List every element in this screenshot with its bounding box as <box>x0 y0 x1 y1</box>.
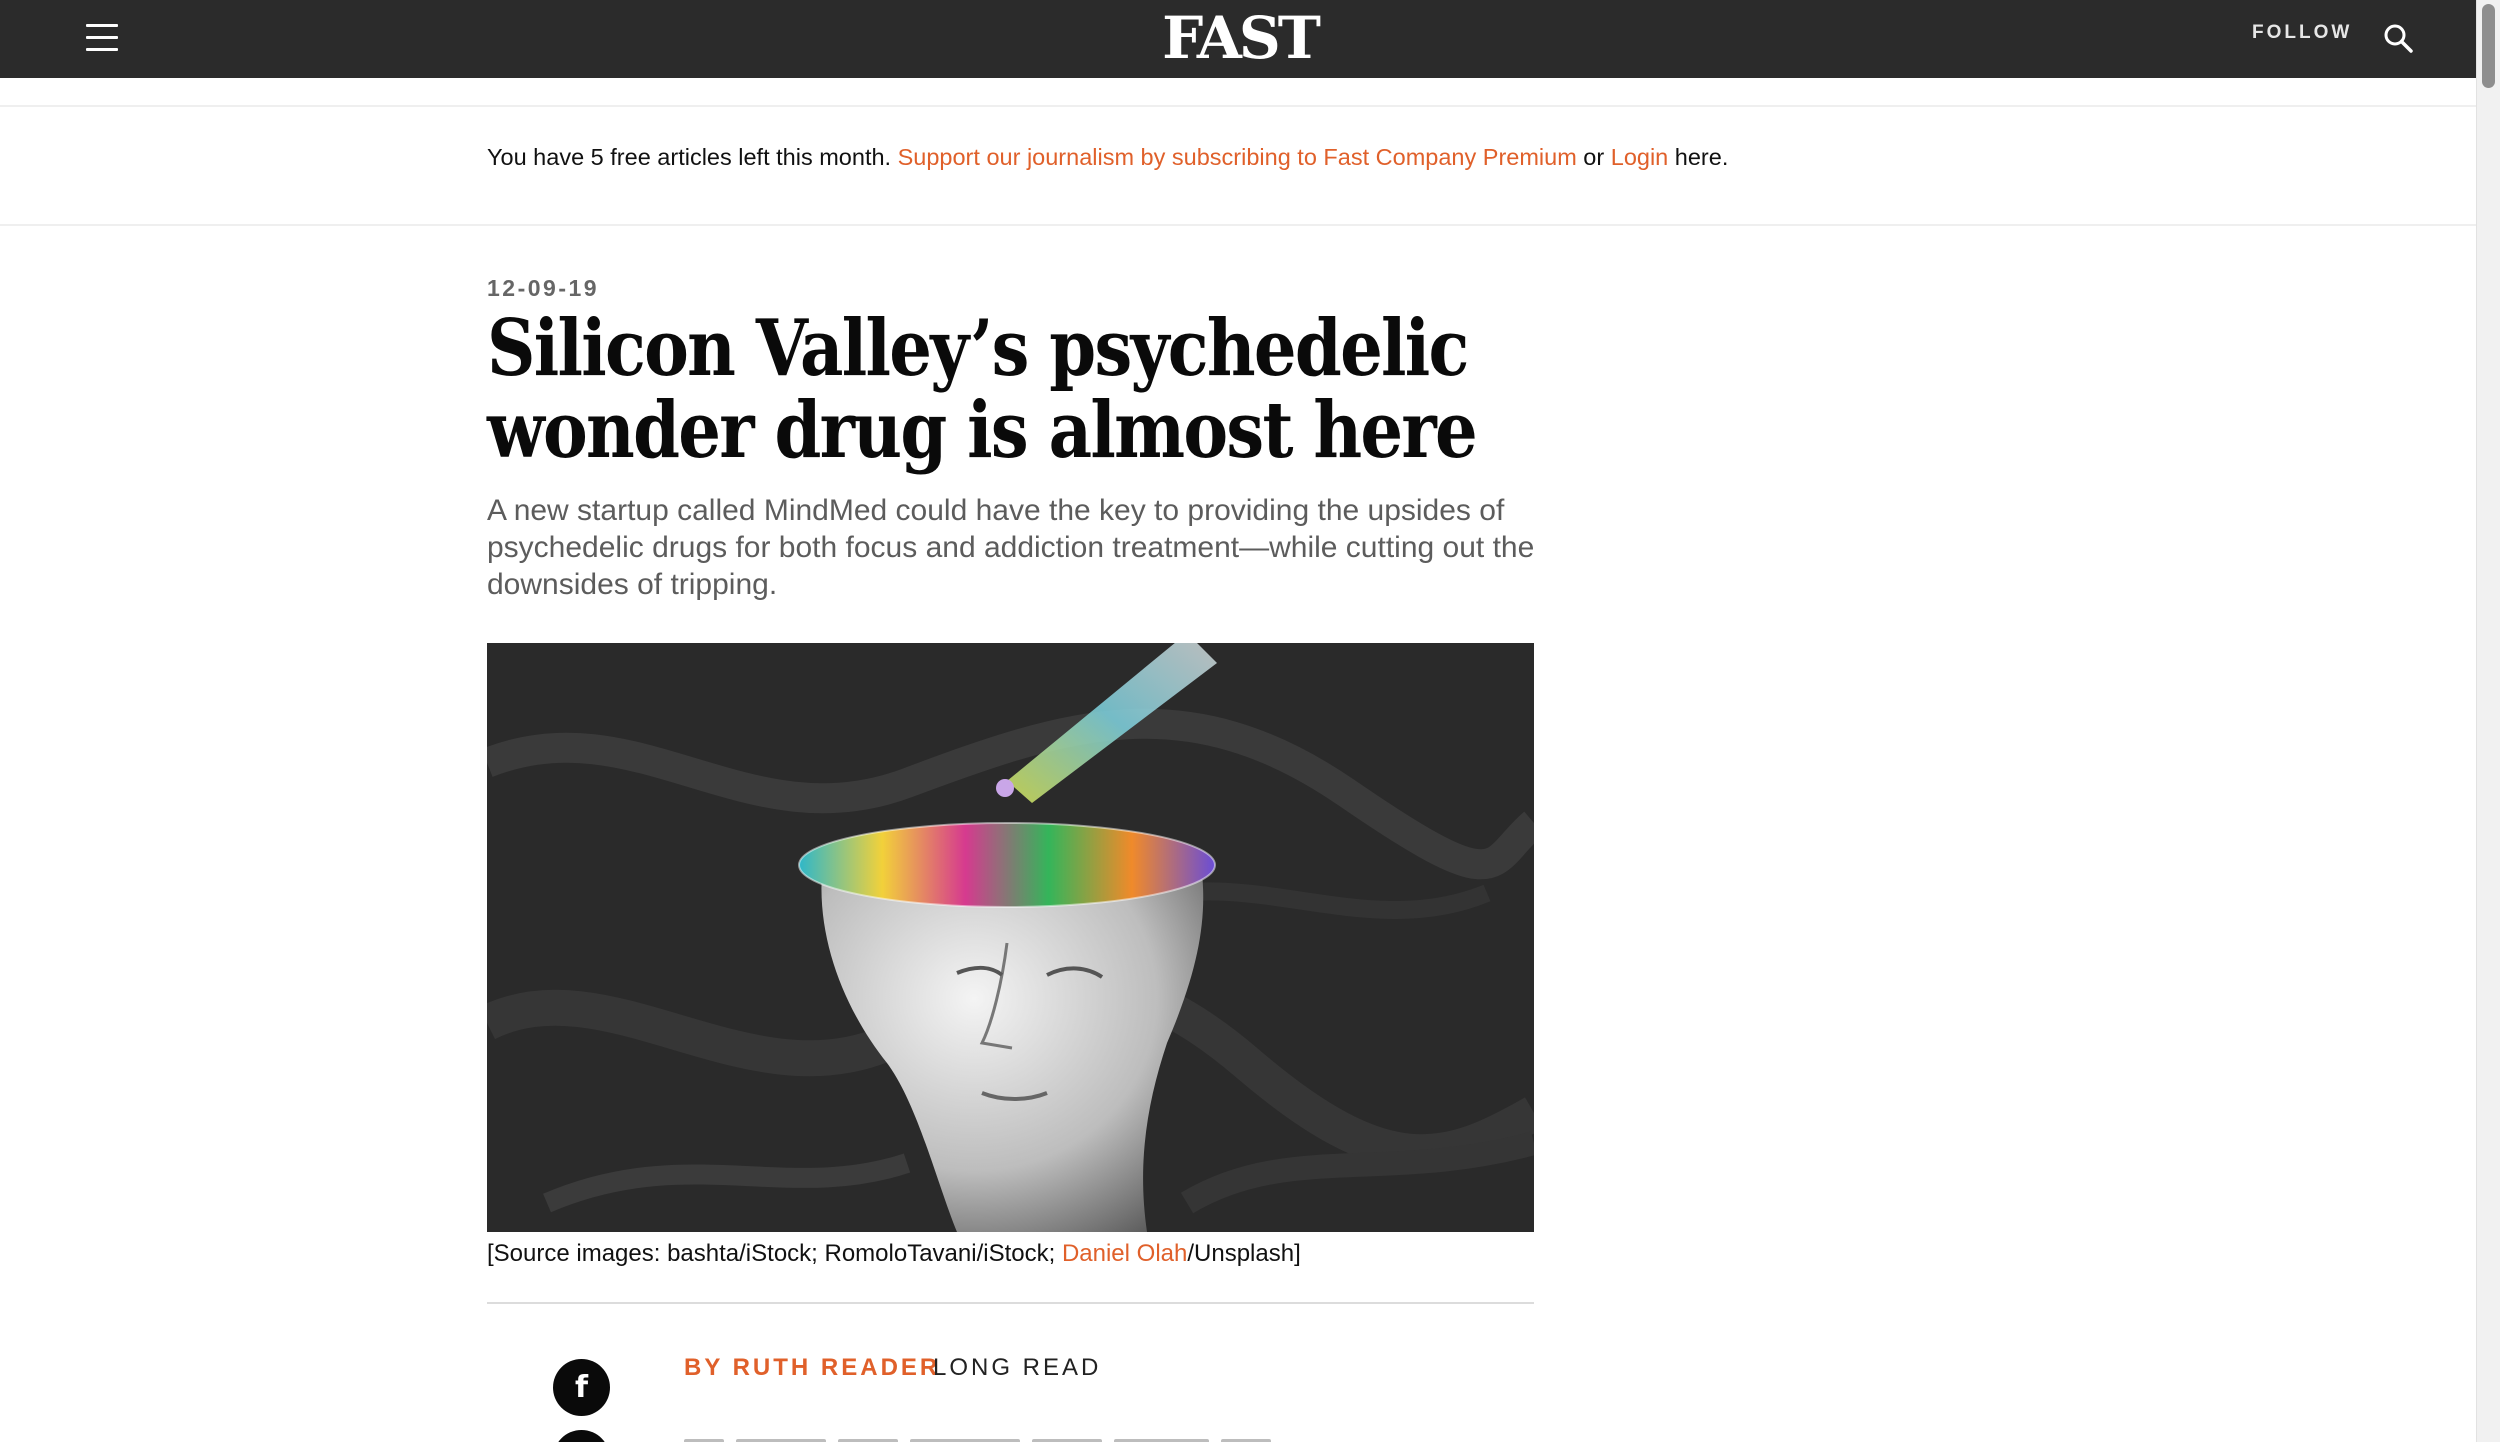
top-navigation-bar: FAST COMPANY FOLLOW <box>0 0 2476 134</box>
share-button[interactable] <box>553 1430 610 1442</box>
scrollbar-thumb[interactable] <box>2482 4 2495 88</box>
caption-text: [Source images: bashta/iStock; RomoloTav… <box>487 1240 1062 1267</box>
free-articles-notice: You have 5 free articles left this month… <box>487 144 1728 171</box>
author-byline[interactable]: BY RUTH READER <box>684 1354 940 1382</box>
notice-suffix-text: here. <box>1668 144 1729 170</box>
caption-suffix-text: /Unsplash] <box>1187 1240 1301 1267</box>
article-date: 12-09-19 <box>487 275 600 301</box>
search-icon[interactable] <box>2382 22 2416 56</box>
subscribe-link[interactable]: Support our journalism by subscribing to… <box>898 144 1577 170</box>
hamburger-menu-icon[interactable] <box>86 24 120 54</box>
article-dek: A new startup called MindMed could have … <box>487 494 1535 601</box>
headline-line-2: wonder drug is almost here <box>487 385 1478 476</box>
divider <box>0 105 2476 107</box>
notice-text: You have 5 free articles left this month… <box>487 144 898 170</box>
headline-line-1: Silicon Valley’s psychedelic <box>487 303 1469 394</box>
article-body-preview <box>684 1432 1384 1442</box>
image-caption: [Source images: bashta/iStock; RomoloTav… <box>487 1240 1301 1268</box>
follow-button[interactable]: FOLLOW <box>2252 22 2352 44</box>
hero-image <box>487 643 1534 1232</box>
notice-connector-text: or <box>1576 144 1611 170</box>
login-link[interactable]: Login <box>1611 144 1669 170</box>
article-headline: Silicon Valley’s psychedelic wonder drug… <box>487 308 1478 472</box>
divider <box>487 1302 1534 1304</box>
divider <box>0 224 2476 226</box>
scrollbar-track[interactable] <box>2476 0 2500 1442</box>
caption-credit-link[interactable]: Daniel Olah <box>1062 1240 1187 1267</box>
read-type-label: LONG READ <box>933 1354 1102 1381</box>
fast-company-logo[interactable]: FAST COMPANY <box>1030 6 1450 134</box>
facebook-icon[interactable]: f <box>553 1359 610 1416</box>
